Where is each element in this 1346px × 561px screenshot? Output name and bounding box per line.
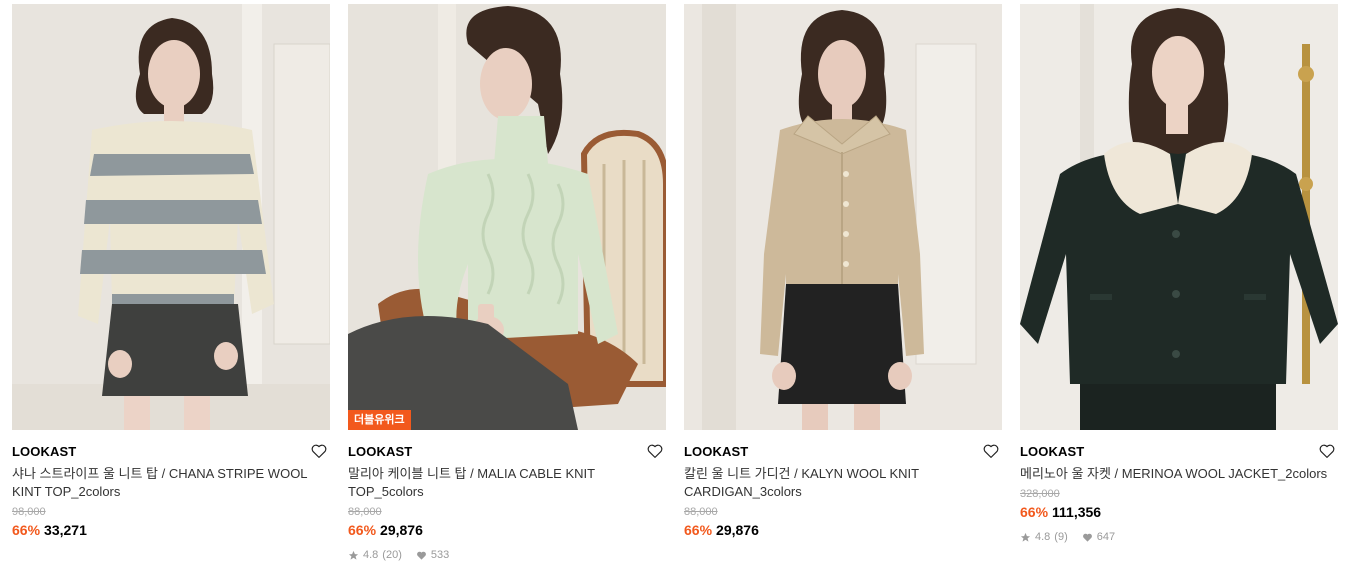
review-count: (9): [1054, 531, 1068, 543]
review-meta: 4.8 (9) 647: [1020, 531, 1338, 543]
sale-price: 29,876: [380, 522, 423, 538]
product-name[interactable]: 샤나 스트라이프 울 니트 탑 / CHANA STRIPE WOOL KINT…: [12, 465, 330, 501]
review-meta: 4.8 (20) 533: [348, 549, 666, 561]
brand-name[interactable]: LOOKAST: [1020, 444, 1084, 459]
product-image[interactable]: 더블유위크: [348, 4, 666, 430]
sale-price: 33,271: [44, 522, 87, 538]
original-price: 328,000: [1020, 488, 1060, 500]
discount-rate: 66%: [1020, 504, 1049, 520]
heart-filled-icon: [1082, 532, 1093, 543]
product-image[interactable]: [684, 4, 1002, 430]
product-name[interactable]: 메리노아 울 자켓 / MERINOA WOOL JACKET_2colors: [1020, 465, 1338, 483]
star-icon: [348, 550, 359, 561]
heart-icon[interactable]: [310, 442, 328, 460]
price-row: 66% 33,271: [12, 521, 330, 539]
original-price: 88,000: [348, 506, 382, 518]
original-price: 88,000: [684, 506, 718, 518]
star-icon: [1020, 532, 1031, 543]
brand-name[interactable]: LOOKAST: [684, 444, 748, 459]
product-name[interactable]: 칼린 울 니트 가디건 / KALYN WOOL KNIT CARDIGAN_3…: [684, 465, 1002, 501]
review-count: (20): [382, 549, 402, 561]
product-photo-wool-jacket: [1020, 4, 1338, 430]
like-count: 533: [430, 549, 450, 561]
discount-rate: 66%: [348, 522, 377, 538]
rating-value: 4.8: [1035, 531, 1051, 543]
discount-rate: 66%: [684, 522, 713, 538]
heart-icon[interactable]: [1318, 442, 1336, 460]
heart-filled-icon: [416, 550, 427, 561]
price-row: 66% 29,876: [348, 521, 666, 539]
heart-icon[interactable]: [646, 442, 664, 460]
product-name[interactable]: 말리아 케이블 니트 탑 / MALIA CABLE KNIT TOP_5col…: [348, 465, 666, 501]
product-photo-knit-cardigan: [684, 4, 1002, 430]
product-image[interactable]: [12, 4, 330, 430]
price-row: 66% 29,876: [684, 521, 1002, 539]
sale-price: 111,356: [1052, 504, 1102, 520]
product-card[interactable]: 더블유위크 LOOKAST 말리아 케이블 니트 탑 / MALIA CABLE…: [348, 4, 666, 561]
price-row: 66% 111,356: [1020, 503, 1338, 521]
like-count: 647: [1096, 531, 1116, 543]
product-photo-cable-knit: [348, 4, 666, 430]
original-price: 98,000: [12, 506, 46, 518]
product-card[interactable]: LOOKAST 칼린 울 니트 가디건 / KALYN WOOL KNIT CA…: [684, 4, 1002, 539]
product-card[interactable]: LOOKAST 샤나 스트라이프 울 니트 탑 / CHANA STRIPE W…: [12, 4, 330, 539]
promo-badge: 더블유위크: [348, 410, 411, 430]
brand-name[interactable]: LOOKAST: [348, 444, 412, 459]
product-image[interactable]: [1020, 4, 1338, 430]
heart-icon[interactable]: [982, 442, 1000, 460]
brand-name[interactable]: LOOKAST: [12, 444, 76, 459]
discount-rate: 66%: [12, 522, 41, 538]
rating-value: 4.8: [363, 549, 379, 561]
product-photo-stripe-knit: [12, 4, 330, 430]
product-card[interactable]: LOOKAST 메리노아 울 자켓 / MERINOA WOOL JACKET_…: [1020, 4, 1338, 543]
sale-price: 29,876: [716, 522, 759, 538]
